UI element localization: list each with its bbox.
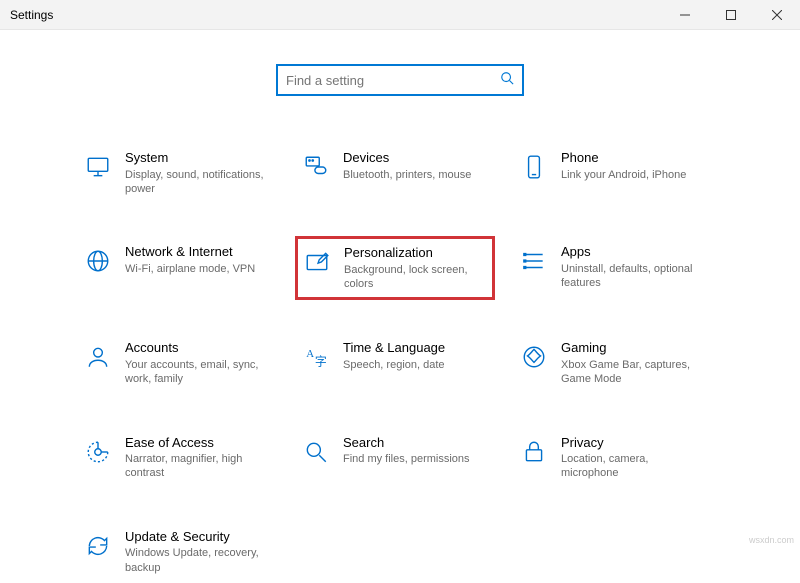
tile-search[interactable]: Search Find my files, permissions	[295, 427, 495, 489]
tile-title: Devices	[343, 150, 487, 166]
tile-phone[interactable]: Phone Link your Android, iPhone	[513, 142, 713, 204]
tile-desc: Uninstall, defaults, optional features	[561, 262, 705, 291]
devices-icon	[301, 152, 331, 182]
ease-of-access-icon	[83, 437, 113, 467]
close-button[interactable]	[754, 0, 800, 30]
tile-desc: Display, sound, notifications, power	[125, 168, 269, 197]
tile-title: Apps	[561, 244, 705, 260]
tile-desc: Speech, region, date	[343, 358, 487, 372]
tile-desc: Wi-Fi, airplane mode, VPN	[125, 262, 269, 276]
maximize-button[interactable]	[708, 0, 754, 30]
tile-personalization[interactable]: Personalization Background, lock screen,…	[295, 236, 495, 300]
tile-gaming[interactable]: Gaming Xbox Game Bar, captures, Game Mod…	[513, 332, 713, 394]
svg-text:字: 字	[315, 355, 327, 369]
tile-update-security[interactable]: Update & Security Windows Update, recove…	[77, 521, 277, 583]
tile-network[interactable]: Network & Internet Wi-Fi, airplane mode,…	[77, 236, 277, 300]
tile-devices[interactable]: Devices Bluetooth, printers, mouse	[295, 142, 495, 204]
tile-accounts[interactable]: Accounts Your accounts, email, sync, wor…	[77, 332, 277, 394]
system-icon	[83, 152, 113, 182]
window-title: Settings	[10, 8, 53, 22]
search-box[interactable]	[276, 64, 524, 96]
titlebar: Settings	[0, 0, 800, 30]
settings-grid: System Display, sound, notifications, po…	[77, 142, 713, 583]
tile-title: Phone	[561, 150, 705, 166]
tile-desc: Your accounts, email, sync, work, family	[125, 358, 269, 387]
personalization-icon	[302, 247, 332, 277]
tile-title: Search	[343, 435, 487, 451]
tile-desc: Find my files, permissions	[343, 452, 487, 466]
accounts-icon	[83, 342, 113, 372]
content: System Display, sound, notifications, po…	[0, 30, 800, 583]
tile-desc: Location, camera, microphone	[561, 452, 705, 481]
tile-privacy[interactable]: Privacy Location, camera, microphone	[513, 427, 713, 489]
tile-title: Personalization	[344, 245, 486, 261]
search-category-icon	[301, 437, 331, 467]
tile-desc: Bluetooth, printers, mouse	[343, 168, 487, 182]
tile-desc: Narrator, magnifier, high contrast	[125, 452, 269, 481]
gaming-icon	[519, 342, 549, 372]
phone-icon	[519, 152, 549, 182]
time-language-icon: A字	[301, 342, 331, 372]
svg-text:A: A	[306, 348, 314, 360]
privacy-icon	[519, 437, 549, 467]
search-input[interactable]	[286, 73, 500, 88]
network-icon	[83, 246, 113, 276]
tile-title: System	[125, 150, 269, 166]
tile-title: Network & Internet	[125, 244, 269, 260]
minimize-button[interactable]	[662, 0, 708, 30]
apps-icon	[519, 246, 549, 276]
tile-title: Time & Language	[343, 340, 487, 356]
tile-title: Ease of Access	[125, 435, 269, 451]
tile-system[interactable]: System Display, sound, notifications, po…	[77, 142, 277, 204]
tile-desc: Windows Update, recovery, backup	[125, 546, 269, 575]
tile-time-language[interactable]: A字 Time & Language Speech, region, date	[295, 332, 495, 394]
tile-desc: Background, lock screen, colors	[344, 263, 486, 292]
tile-title: Privacy	[561, 435, 705, 451]
tile-title: Accounts	[125, 340, 269, 356]
window-controls	[662, 0, 800, 30]
tile-apps[interactable]: Apps Uninstall, defaults, optional featu…	[513, 236, 713, 300]
tile-title: Update & Security	[125, 529, 269, 545]
search-icon	[500, 71, 514, 90]
tile-ease-of-access[interactable]: Ease of Access Narrator, magnifier, high…	[77, 427, 277, 489]
tile-title: Gaming	[561, 340, 705, 356]
update-security-icon	[83, 531, 113, 561]
tile-desc: Link your Android, iPhone	[561, 168, 705, 182]
watermark: wsxdn.com	[749, 535, 794, 545]
tile-desc: Xbox Game Bar, captures, Game Mode	[561, 358, 705, 387]
